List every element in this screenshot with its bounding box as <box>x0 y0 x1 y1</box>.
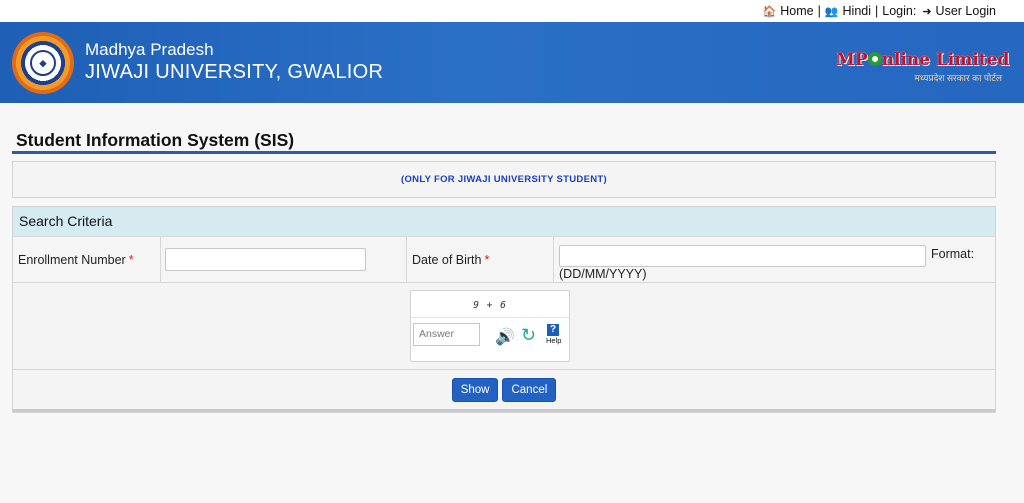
enrollment-input-cell <box>161 237 407 282</box>
users-icon: 👥 <box>824 5 839 18</box>
action-buttons: Show Cancel <box>13 370 995 409</box>
captcha-divider <box>411 317 569 318</box>
university-name: JIWAJI UNIVERSITY, GWALIOR <box>85 61 384 83</box>
sign-in-icon: ➜ <box>922 5 932 18</box>
required-mark: * <box>484 252 490 267</box>
captcha-box: 9 + 6 Answer 🔊 ↻ ? Help <box>410 290 570 362</box>
mponline-brand: MP nline Limited <box>836 50 1010 70</box>
enrollment-number-input[interactable] <box>165 248 366 271</box>
state-name: Madhya Pradesh <box>85 40 214 59</box>
enrollment-label-cell: Enrollment Number * <box>13 237 161 282</box>
help-icon: ? <box>547 324 559 336</box>
cancel-button[interactable]: Cancel <box>502 377 557 402</box>
help-label: Help <box>546 336 562 345</box>
refresh-icon[interactable]: ↻ <box>521 325 536 346</box>
search-fields-row: Enrollment Number * Date of Birth * Form… <box>13 236 995 283</box>
notice-banner: (ONLY FOR JIWAJI UNIVERSITY STUDENT) <box>12 161 996 198</box>
divider: | <box>817 4 821 18</box>
home-link[interactable]: Home <box>780 4 813 18</box>
dob-label-cell: Date of Birth * <box>407 237 554 282</box>
divider: | <box>875 4 879 18</box>
format-label: Format: <box>931 247 975 261</box>
university-logo: ◆ <box>12 32 74 94</box>
dob-label: Date of Birth <box>412 252 482 267</box>
home-icon: 🏠 <box>762 5 777 18</box>
mponline-tagline: मध्यप्रदेश सरकार का पोर्टल <box>914 73 1002 83</box>
page-title: Student Information System (SIS) <box>12 103 996 154</box>
format-hint: (DD/MM/YYYY) <box>559 267 647 281</box>
dob-input-cell: Format: (DD/MM/YYYY) <box>554 237 995 282</box>
top-nav-bar: 🏠 Home | 👥 Hindi | Login: ➜ User Login <box>0 0 1024 22</box>
date-of-birth-input[interactable] <box>559 245 926 267</box>
university-emblem-icon: ◆ <box>30 50 56 76</box>
required-mark: * <box>128 252 134 267</box>
captcha-row: 9 + 6 Answer 🔊 ↻ ? Help <box>13 283 995 370</box>
hindi-link[interactable]: Hindi <box>843 4 872 18</box>
header-titles: Madhya Pradesh JIWAJI UNIVERSITY, GWALIO… <box>85 40 383 84</box>
login-label: Login: <box>882 4 917 18</box>
search-panel: Search Criteria Enrollment Number * Date… <box>12 206 996 413</box>
panel-bottom-border <box>13 409 995 412</box>
enrollment-label: Enrollment Number <box>18 252 126 267</box>
header-banner: ◆ Madhya Pradesh JIWAJI UNIVERSITY, GWAL… <box>0 22 1024 103</box>
mponline-logo: MP nline Limited मध्यप्रदेश सरकार का पोर्… <box>836 50 1010 86</box>
mponline-o-icon <box>867 52 882 66</box>
captcha-question: 9 + 6 <box>473 300 507 311</box>
user-login-link[interactable]: User Login <box>936 4 996 18</box>
captcha-answer-input[interactable]: Answer <box>413 323 480 346</box>
show-button[interactable]: Show <box>451 377 499 402</box>
search-criteria-heading: Search Criteria <box>13 207 995 236</box>
captcha-help-button[interactable]: ? Help <box>546 324 562 345</box>
audio-speaker-icon[interactable]: 🔊 <box>495 327 515 347</box>
main-content: Student Information System (SIS) (ONLY F… <box>12 103 996 413</box>
